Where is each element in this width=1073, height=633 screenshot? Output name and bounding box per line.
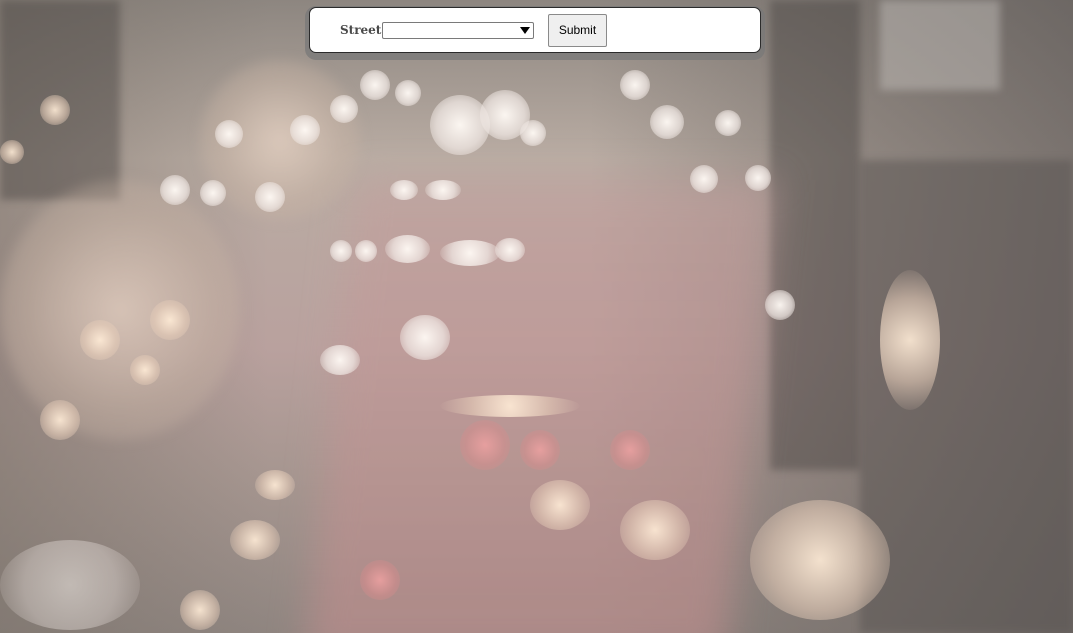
street-label: Street: bbox=[340, 23, 386, 37]
street-form: Street: Submit bbox=[309, 7, 761, 53]
submit-button[interactable]: Submit bbox=[548, 14, 607, 47]
dropdown-arrow-icon bbox=[520, 27, 530, 34]
background-image bbox=[0, 0, 1073, 633]
street-select[interactable] bbox=[382, 22, 534, 39]
